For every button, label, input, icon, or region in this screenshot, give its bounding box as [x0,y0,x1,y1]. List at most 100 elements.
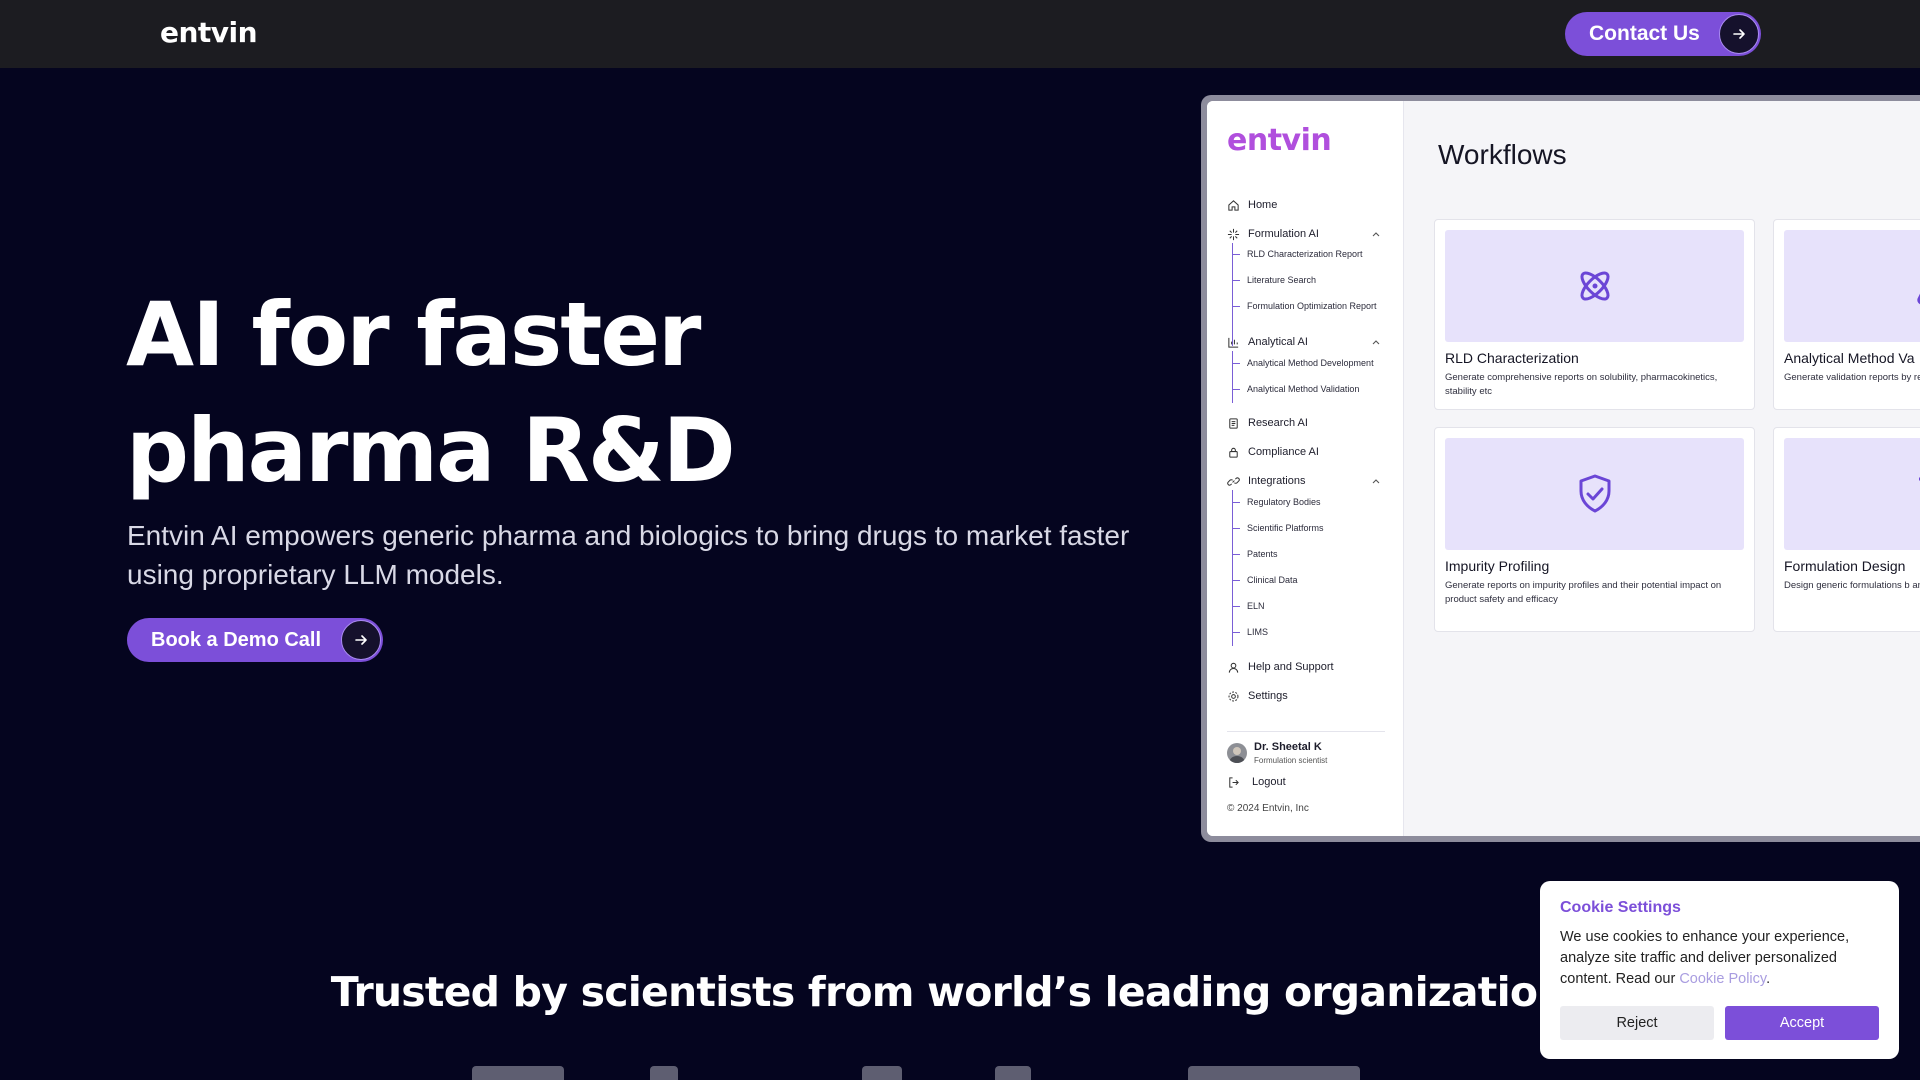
tree-tick [1232,606,1240,607]
sidebar-subitem-eln[interactable]: ELN [1247,599,1265,613]
sidebar-subitem-literature[interactable]: Literature Search [1247,273,1316,287]
arrow-right-icon [1719,14,1759,54]
hero-subtitle: Entvin AI empowers generic pharma and bi… [127,520,1130,590]
app-mockup-screen: entvin Home Formulation AI RLD Character… [1207,101,1920,836]
sparkle-icon [1227,228,1240,241]
sidebar-subitem-lims[interactable]: LIMS [1247,625,1268,639]
arrow-right-icon [341,620,381,660]
tree-tick [1232,528,1240,529]
user-role: Formulation scientist [1254,756,1328,765]
sidebar-subitem-method-val[interactable]: Analytical Method Validation [1247,382,1359,396]
tree-tick [1232,502,1240,503]
workflows-title: Workflows [1438,139,1567,170]
chart-icon [1227,336,1240,349]
workflow-card[interactable]: Formulation Design Design generic formul… [1773,427,1920,632]
partner-logo [995,1066,1031,1080]
sidebar-item-label: Formulation AI [1248,228,1319,240]
hero-title-line-1: AI for faster [126,283,701,386]
book-demo-label: Book a Demo Call [151,628,322,651]
reject-button[interactable]: Reject [1560,1006,1714,1040]
atom-icon [1580,271,1609,301]
tree-line [1232,490,1233,646]
cookie-title: Cookie Settings [1560,899,1681,916]
card-title: Impurity Profiling [1445,558,1550,574]
tree-line [1232,243,1233,346]
entvin-logo[interactable]: entvin [160,16,258,49]
link-icon [1227,475,1240,488]
logout-icon [1227,776,1240,789]
card-title: Analytical Method Va [1784,350,1915,366]
tree-tick [1232,254,1240,255]
tree-tick [1232,632,1240,633]
partner-logo [862,1066,902,1080]
sidebar-subitem-method-dev[interactable]: Analytical Method Development [1247,356,1374,370]
sidebar-subitem-optimization[interactable]: Formulation Optimization Report [1247,299,1377,313]
workflow-card[interactable]: Impurity Profiling Generate reports on i… [1434,427,1755,632]
workflow-card[interactable]: RLD Characterization Generate comprehens… [1434,219,1755,410]
mockup-sidebar: entvin Home Formulation AI RLD Character… [1207,101,1404,836]
sidebar-subitem-patents[interactable]: Patents [1247,547,1278,561]
sidebar-item-analytical-ai[interactable]: Analytical AI [1227,333,1397,351]
lock-icon [1227,446,1240,459]
tree-tick [1232,580,1240,581]
card-title: Formulation Design [1784,558,1906,574]
chevron-up-icon[interactable] [1371,337,1381,347]
card-description: Design generic formulations b and dosage… [1784,580,1920,591]
cookie-period: . [1766,971,1771,987]
sidebar-item-help[interactable]: Help and Support [1227,658,1397,676]
copyright: © 2024 Entvin, Inc [1227,803,1309,814]
sidebar-item-label: Research AI [1248,417,1308,429]
contact-us-label: Contact Us [1589,22,1700,45]
book-demo-button[interactable]: Book a Demo Call [127,618,383,662]
sidebar-item-formulation-ai[interactable]: Formulation AI [1227,225,1397,243]
tree-tick [1232,389,1240,390]
partner-logo [1188,1066,1360,1080]
tree-tick [1232,306,1240,307]
app-mockup: entvin Home Formulation AI RLD Character… [1201,95,1920,842]
sidebar-subitem-clinical[interactable]: Clinical Data [1247,573,1298,587]
shield-check-icon [1579,474,1610,513]
chevron-up-icon[interactable] [1371,229,1381,239]
gear-icon [1227,690,1240,703]
card-thumbnail [1445,438,1744,550]
cookie-policy-link[interactable]: Cookie Policy [1679,971,1766,987]
tree-line [1232,351,1233,403]
sidebar-item-label: Home [1248,199,1278,211]
tree-tick [1232,280,1240,281]
user-icon [1227,661,1240,674]
sidebar-item-label: Compliance AI [1248,446,1319,458]
sidebar-item-label: Help and Support [1248,661,1334,673]
partner-logo [472,1066,564,1080]
card-description: Generate validation reports by reporting [1784,372,1920,383]
document-icon [1227,417,1240,430]
avatar[interactable] [1227,743,1247,763]
sidebar-item-label: Settings [1248,690,1288,702]
card-thumbnail [1445,230,1744,342]
sidebar-item-compliance-ai[interactable]: Compliance AI [1227,443,1397,461]
sidebar-item-settings[interactable]: Settings [1227,687,1397,705]
card-description: Generate reports on impurity profiles an… [1445,580,1722,605]
card-thumbnail [1784,438,1920,550]
sidebar-subitem-regulatory[interactable]: Regulatory Bodies [1247,495,1321,509]
sidebar-item-label: Analytical AI [1248,336,1308,348]
hero-title-line-2: pharma R&D [126,399,736,502]
cookie-banner: Cookie Settings We use cookies to enhanc… [1540,881,1899,1059]
cookie-text: We use cookies to enhance your experienc… [1560,927,1885,990]
workflow-card[interactable]: Analytical Method Va Generate validation… [1773,219,1920,410]
home-icon [1227,199,1240,212]
user-name: Dr. Sheetal K [1254,741,1322,753]
card-description: Generate comprehensive reports on solubi… [1445,372,1718,397]
card-thumbnail [1784,230,1920,342]
flask-icon [1917,293,1920,305]
sidebar-item-label: Integrations [1248,475,1306,487]
sidebar-subitem-rld[interactable]: RLD Characterization Report [1247,247,1363,261]
sidebar-subitem-scientific[interactable]: Scientific Platforms [1247,521,1324,535]
contact-us-button[interactable]: Contact Us [1565,12,1761,56]
chevron-up-icon[interactable] [1371,476,1381,486]
logout-button[interactable]: Logout [1227,773,1397,791]
top-nav: entvin Contact Us [0,0,1920,68]
accept-button[interactable]: Accept [1725,1006,1879,1040]
sidebar-item-integrations[interactable]: Integrations [1227,472,1397,490]
sidebar-item-home[interactable]: Home [1227,196,1397,214]
sidebar-item-research-ai[interactable]: Research AI [1227,414,1397,432]
